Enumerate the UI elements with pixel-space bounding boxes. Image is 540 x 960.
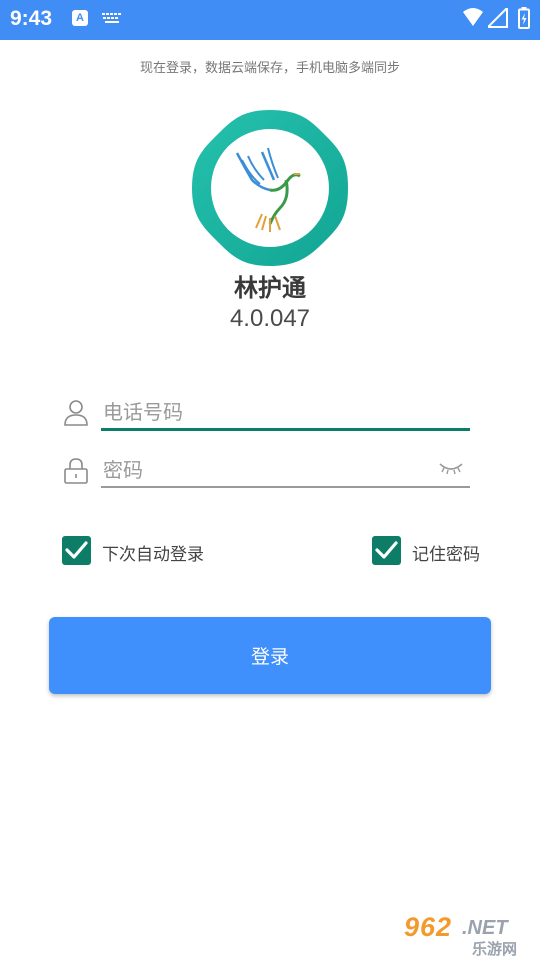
watermark-suffix: .NET [462, 917, 508, 939]
app-logo [192, 110, 348, 266]
password-input[interactable] [101, 450, 431, 490]
signal-icon [488, 8, 508, 28]
wifi-icon [463, 8, 483, 26]
user-icon [64, 400, 88, 426]
status-bar: 9:43 A [0, 0, 540, 40]
auto-login-checkbox[interactable] [62, 536, 91, 565]
remember-password-checkbox[interactable] [372, 536, 401, 565]
a-notification-icon: A [72, 10, 88, 26]
watermark-chinese: 乐游网 [472, 940, 518, 958]
app-name: 林护通 [234, 274, 306, 302]
checkmark-icon [65, 541, 88, 559]
watermark-logo: 962 .NET 乐游网 [400, 912, 535, 958]
login-button[interactable]: 登录 [49, 617, 491, 694]
phone-input[interactable] [101, 392, 470, 432]
phone-input-underline [101, 428, 470, 431]
watermark-number: 962 [404, 912, 453, 942]
app-version: 4.0.047 [229, 305, 311, 332]
auto-login-label[interactable]: 下次自动登录 [102, 540, 204, 565]
password-input-underline [101, 486, 470, 488]
lock-icon [64, 458, 88, 484]
status-time: 9:43 [10, 7, 53, 30]
checkmark-icon [375, 541, 398, 559]
battery-icon [518, 7, 530, 29]
keyboard-icon [102, 13, 121, 23]
eye-closed-icon[interactable] [438, 458, 464, 478]
login-tagline: 现在登录，数据云端保存，手机电脑多端同步 [139, 61, 400, 76]
remember-password-label[interactable]: 记住密码 [412, 540, 480, 565]
